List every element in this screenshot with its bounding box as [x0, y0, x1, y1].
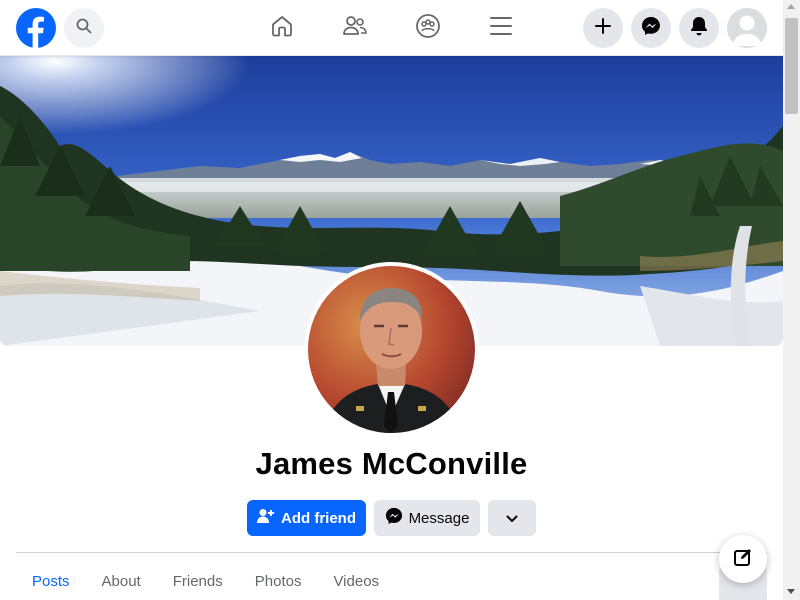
message-button[interactable]: Message — [374, 500, 480, 536]
page-scrollbar[interactable] — [783, 0, 800, 600]
add-friend-label: Add friend — [281, 509, 356, 527]
profile-picture[interactable] — [304, 262, 479, 437]
facebook-logo-icon[interactable] — [16, 8, 56, 48]
add-friend-button[interactable]: Add friend — [247, 500, 366, 536]
messenger-icon — [641, 16, 661, 41]
menu-icon — [490, 16, 512, 41]
chevron-down-icon — [506, 510, 518, 527]
more-options-button[interactable] — [488, 500, 536, 536]
section-divider — [16, 552, 767, 553]
tab-about[interactable]: About — [86, 564, 157, 600]
compose-icon — [733, 547, 753, 572]
create-button[interactable] — [583, 8, 623, 48]
scroll-down-arrow-icon[interactable] — [787, 589, 795, 594]
new-message-button[interactable] — [719, 535, 767, 583]
top-navigation-bar — [0, 0, 783, 56]
notifications-button[interactable] — [679, 8, 719, 48]
account-avatar-button[interactable] — [727, 8, 767, 48]
profile-tabs: Posts About Friends Photos Videos — [16, 564, 395, 600]
tab-friends[interactable]: Friends — [157, 564, 239, 600]
nav-menu[interactable] — [481, 8, 521, 48]
scroll-up-arrow-icon[interactable] — [787, 4, 795, 9]
add-friend-icon — [257, 508, 275, 528]
nav-groups[interactable] — [408, 8, 448, 48]
plus-icon — [595, 17, 611, 39]
scrollbar-thumb[interactable] — [785, 18, 798, 114]
profile-page: James McConville Add friend Message Post… — [0, 0, 800, 600]
search-icon — [76, 18, 92, 39]
profile-photo-image — [308, 266, 475, 433]
search-button[interactable] — [64, 8, 104, 48]
tab-photos[interactable]: Photos — [239, 564, 318, 600]
messenger-button[interactable] — [631, 8, 671, 48]
nav-home[interactable] — [262, 8, 302, 48]
message-label: Message — [408, 509, 470, 527]
tab-videos[interactable]: Videos — [317, 564, 395, 600]
nav-friends[interactable] — [335, 8, 375, 48]
groups-icon — [415, 13, 441, 44]
profile-name: James McConville — [255, 446, 528, 481]
friends-icon — [342, 14, 368, 43]
messenger-icon — [385, 507, 403, 529]
bell-icon — [690, 16, 708, 41]
tab-posts[interactable]: Posts — [16, 564, 86, 600]
home-icon — [270, 14, 294, 43]
avatar-icon — [727, 8, 767, 48]
